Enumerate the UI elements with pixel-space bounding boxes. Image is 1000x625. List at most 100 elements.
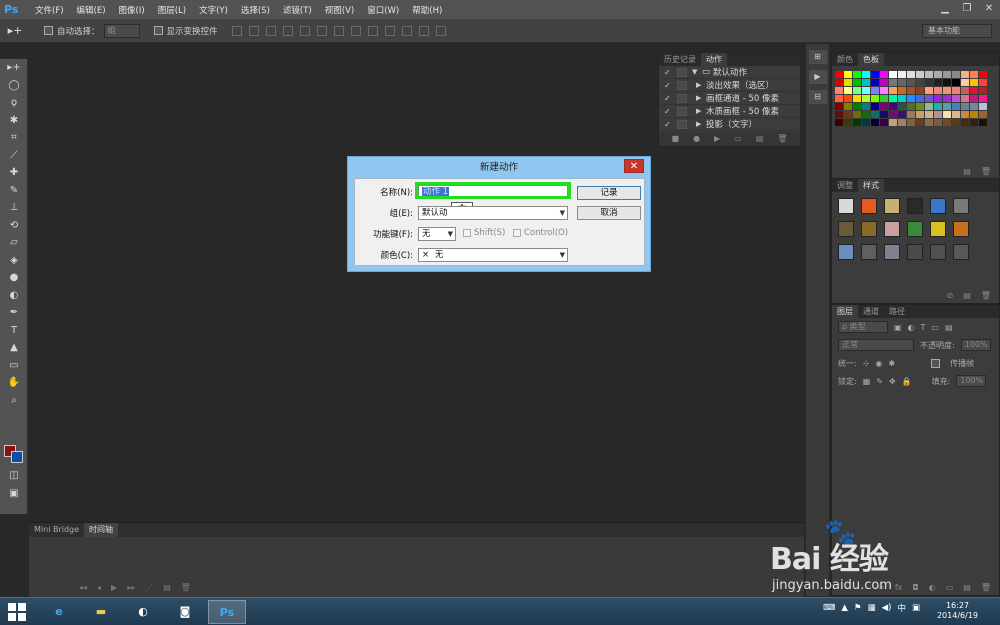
photoshop-task-icon[interactable]: Ps	[208, 600, 246, 624]
color-swatch[interactable]	[907, 95, 915, 102]
tab-layers[interactable]: 图层	[832, 305, 858, 318]
color-swatch[interactable]	[934, 103, 942, 110]
action-row[interactable]: ✓ ▶ 投影（文字）	[659, 118, 800, 131]
color-swatch[interactable]	[979, 95, 987, 102]
system-clock[interactable]: 16:27 2014/6/19	[937, 601, 978, 621]
color-swatch[interactable]	[916, 71, 924, 78]
filter-shape-icon[interactable]: ▭	[931, 323, 939, 332]
background-color-swatch[interactable]	[11, 451, 23, 463]
color-swatch[interactable]	[853, 87, 861, 94]
color-swatch[interactable]	[880, 71, 888, 78]
ie-browser-icon[interactable]: e	[40, 600, 78, 624]
prev-frame-icon[interactable]: ◂	[97, 583, 101, 592]
color-swatch[interactable]	[844, 111, 852, 118]
blur-tool-icon[interactable]: ●	[0, 269, 28, 287]
color-swatch[interactable]	[898, 103, 906, 110]
tab-mini-bridge[interactable]: Mini Bridge	[29, 523, 84, 537]
color-swatch[interactable]	[925, 111, 933, 118]
color-swatch[interactable]	[853, 95, 861, 102]
filter-smart-icon[interactable]: ▤	[945, 323, 953, 332]
color-swatch[interactable]	[925, 95, 933, 102]
brush-tool-icon[interactable]: ✎	[0, 182, 28, 200]
color-swatch[interactable]	[925, 87, 933, 94]
color-dropdown[interactable]: × 无 ▼	[418, 248, 568, 262]
color-swatch[interactable]	[916, 87, 924, 94]
style-preset[interactable]	[930, 198, 946, 214]
style-preset[interactable]	[884, 244, 900, 260]
color-swatch[interactable]	[871, 95, 879, 102]
tab-color[interactable]: 颜色	[832, 53, 858, 66]
color-swatch[interactable]	[862, 79, 870, 86]
history-panel-icon[interactable]: ⊞	[808, 50, 827, 64]
color-swatch[interactable]	[835, 79, 843, 86]
ime-pad-icon[interactable]: ▣	[912, 603, 920, 613]
color-swatch[interactable]	[979, 79, 987, 86]
color-swatch[interactable]	[871, 111, 879, 118]
check-icon[interactable]: ✓	[664, 94, 674, 103]
color-swatch[interactable]	[898, 95, 906, 102]
app-icon[interactable]: ◐	[124, 600, 162, 624]
color-swatch[interactable]	[835, 103, 843, 110]
properties-panel-icon[interactable]: ⊟	[808, 90, 827, 104]
align-right-icon[interactable]	[316, 25, 327, 36]
record-button[interactable]: 记录	[577, 186, 641, 200]
new-action-icon[interactable]: ▤	[756, 132, 764, 146]
lasso-tool-icon[interactable]: ϙ	[0, 94, 28, 112]
color-swatch[interactable]	[880, 103, 888, 110]
auto-align-icon[interactable]	[435, 25, 446, 36]
color-swatch[interactable]	[907, 79, 915, 86]
tab-styles[interactable]: 样式	[858, 179, 884, 192]
color-swatch[interactable]	[952, 71, 960, 78]
distribute-top-icon[interactable]	[333, 25, 344, 36]
color-swatch[interactable]	[907, 103, 915, 110]
color-swatch[interactable]	[889, 71, 897, 78]
dialog-toggle-icon[interactable]	[677, 80, 687, 90]
color-swatch[interactable]	[934, 119, 942, 126]
color-swatch[interactable]	[898, 119, 906, 126]
lock-image-icon[interactable]: ✎	[876, 377, 883, 386]
color-swatch[interactable]	[880, 95, 888, 102]
action-row[interactable]: ✓ ▶ 木质画框 - 50 像素	[659, 105, 800, 118]
file-explorer-icon[interactable]: ▬	[82, 600, 120, 624]
lock-transparent-icon[interactable]: ▦	[863, 377, 871, 386]
history-brush-icon[interactable]: ⟲	[0, 217, 28, 235]
eraser-tool-icon[interactable]: ▱	[0, 234, 28, 252]
color-swatch[interactable]	[970, 119, 978, 126]
color-swatch[interactable]	[925, 71, 933, 78]
menu-help[interactable]: 帮助(H)	[412, 4, 442, 16]
color-swatch[interactable]	[853, 79, 861, 86]
color-swatch[interactable]	[889, 111, 897, 118]
check-icon[interactable]: ✓	[664, 68, 674, 77]
show-transform-checkbox[interactable]	[153, 26, 163, 35]
delete-style-icon[interactable]: 🗑	[981, 291, 991, 303]
color-swatch[interactable]	[970, 71, 978, 78]
fill-input[interactable]: 100%	[956, 375, 987, 387]
show-transform-option[interactable]: 显示变换控件	[153, 25, 218, 37]
color-swatch[interactable]	[961, 87, 969, 94]
lock-all-icon[interactable]: 🔒	[902, 377, 912, 386]
color-swatch[interactable]	[961, 79, 969, 86]
ime-tray-indicator[interactable]: 中	[897, 602, 906, 614]
color-swatch[interactable]	[835, 119, 843, 126]
color-swatch[interactable]	[961, 71, 969, 78]
color-swatch[interactable]	[943, 87, 951, 94]
screen-mode-icon[interactable]: ▣	[0, 485, 28, 503]
shift-option[interactable]: Shift(S)	[463, 228, 505, 238]
color-swatch[interactable]	[844, 95, 852, 102]
action-center-icon[interactable]: ⚑	[854, 603, 862, 613]
color-swatch[interactable]	[871, 87, 879, 94]
color-swatch[interactable]	[835, 87, 843, 94]
layer-kind-filter[interactable]: ρ 类型	[838, 321, 888, 333]
color-swatch[interactable]	[943, 71, 951, 78]
color-swatch[interactable]	[889, 87, 897, 94]
color-swatch[interactable]	[907, 87, 915, 94]
restore-icon[interactable]: ❐	[960, 2, 974, 15]
dialog-toggle-icon[interactable]	[677, 67, 687, 77]
filter-pixel-icon[interactable]: ▣	[894, 323, 902, 332]
expand-tray-icon[interactable]: ▲	[841, 603, 848, 613]
color-swatch[interactable]	[916, 111, 924, 118]
minimize-icon[interactable]: ▁	[938, 2, 952, 15]
tab-paths[interactable]: 路径	[884, 305, 910, 318]
volume-icon[interactable]: ◀)	[882, 603, 892, 613]
cancel-button[interactable]: 取消	[577, 206, 641, 220]
